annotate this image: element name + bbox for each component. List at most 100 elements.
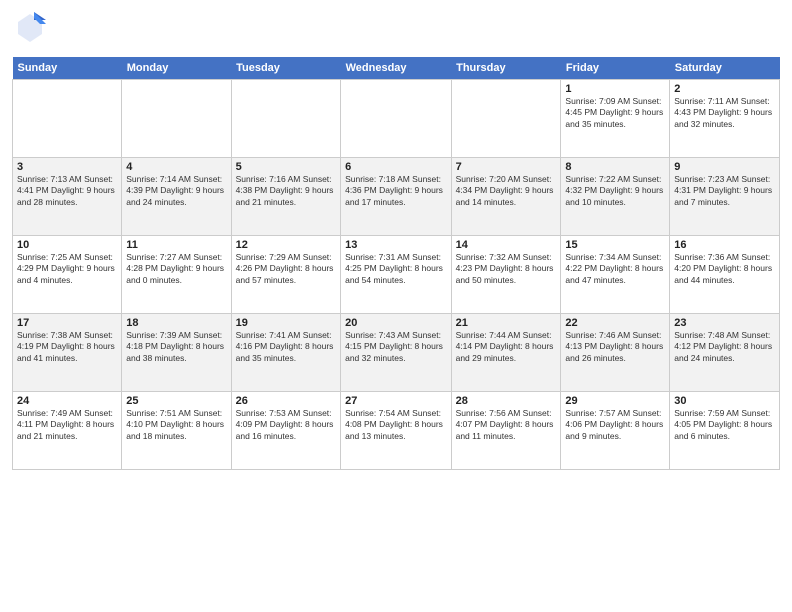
col-header-monday: Monday [122,57,231,80]
day-info: Sunrise: 7:31 AM Sunset: 4:25 PM Dayligh… [345,252,447,286]
calendar-cell: 2Sunrise: 7:11 AM Sunset: 4:43 PM Daylig… [670,80,780,158]
day-info: Sunrise: 7:44 AM Sunset: 4:14 PM Dayligh… [456,330,557,364]
col-header-wednesday: Wednesday [341,57,452,80]
calendar-cell [231,80,340,158]
calendar-week-0: 1Sunrise: 7:09 AM Sunset: 4:45 PM Daylig… [13,80,780,158]
logo [12,10,48,51]
day-number: 22 [565,317,665,329]
day-number: 9 [674,161,775,173]
day-info: Sunrise: 7:22 AM Sunset: 4:32 PM Dayligh… [565,174,665,208]
day-info: Sunrise: 7:36 AM Sunset: 4:20 PM Dayligh… [674,252,775,286]
calendar-cell: 27Sunrise: 7:54 AM Sunset: 4:08 PM Dayli… [341,392,452,470]
day-info: Sunrise: 7:34 AM Sunset: 4:22 PM Dayligh… [565,252,665,286]
calendar-week-2: 10Sunrise: 7:25 AM Sunset: 4:29 PM Dayli… [13,236,780,314]
day-number: 14 [456,239,557,251]
col-header-sunday: Sunday [13,57,122,80]
day-number: 16 [674,239,775,251]
calendar-cell: 3Sunrise: 7:13 AM Sunset: 4:41 PM Daylig… [13,158,122,236]
calendar-cell: 5Sunrise: 7:16 AM Sunset: 4:38 PM Daylig… [231,158,340,236]
logo-icon [12,10,48,46]
calendar-cell: 30Sunrise: 7:59 AM Sunset: 4:05 PM Dayli… [670,392,780,470]
col-header-thursday: Thursday [451,57,561,80]
calendar-cell: 29Sunrise: 7:57 AM Sunset: 4:06 PM Dayli… [561,392,670,470]
day-number: 8 [565,161,665,173]
day-info: Sunrise: 7:18 AM Sunset: 4:36 PM Dayligh… [345,174,447,208]
day-info: Sunrise: 7:23 AM Sunset: 4:31 PM Dayligh… [674,174,775,208]
calendar-cell: 9Sunrise: 7:23 AM Sunset: 4:31 PM Daylig… [670,158,780,236]
day-info: Sunrise: 7:13 AM Sunset: 4:41 PM Dayligh… [17,174,117,208]
calendar-cell [451,80,561,158]
col-header-tuesday: Tuesday [231,57,340,80]
calendar-cell: 1Sunrise: 7:09 AM Sunset: 4:45 PM Daylig… [561,80,670,158]
day-info: Sunrise: 7:46 AM Sunset: 4:13 PM Dayligh… [565,330,665,364]
day-number: 5 [236,161,336,173]
day-number: 18 [126,317,226,329]
day-number: 24 [17,395,117,407]
day-number: 3 [17,161,117,173]
col-header-saturday: Saturday [670,57,780,80]
day-info: Sunrise: 7:51 AM Sunset: 4:10 PM Dayligh… [126,408,226,442]
calendar-cell: 14Sunrise: 7:32 AM Sunset: 4:23 PM Dayli… [451,236,561,314]
day-number: 12 [236,239,336,251]
calendar-cell: 25Sunrise: 7:51 AM Sunset: 4:10 PM Dayli… [122,392,231,470]
day-info: Sunrise: 7:54 AM Sunset: 4:08 PM Dayligh… [345,408,447,442]
day-info: Sunrise: 7:14 AM Sunset: 4:39 PM Dayligh… [126,174,226,208]
day-info: Sunrise: 7:48 AM Sunset: 4:12 PM Dayligh… [674,330,775,364]
day-info: Sunrise: 7:38 AM Sunset: 4:19 PM Dayligh… [17,330,117,364]
day-number: 28 [456,395,557,407]
calendar-cell: 6Sunrise: 7:18 AM Sunset: 4:36 PM Daylig… [341,158,452,236]
calendar-table: SundayMondayTuesdayWednesdayThursdayFrid… [12,57,780,470]
day-number: 17 [17,317,117,329]
day-info: Sunrise: 7:32 AM Sunset: 4:23 PM Dayligh… [456,252,557,286]
calendar-cell: 20Sunrise: 7:43 AM Sunset: 4:15 PM Dayli… [341,314,452,392]
calendar-cell: 8Sunrise: 7:22 AM Sunset: 4:32 PM Daylig… [561,158,670,236]
day-number: 23 [674,317,775,329]
day-info: Sunrise: 7:29 AM Sunset: 4:26 PM Dayligh… [236,252,336,286]
day-info: Sunrise: 7:16 AM Sunset: 4:38 PM Dayligh… [236,174,336,208]
day-number: 25 [126,395,226,407]
day-number: 6 [345,161,447,173]
calendar-cell: 23Sunrise: 7:48 AM Sunset: 4:12 PM Dayli… [670,314,780,392]
col-header-friday: Friday [561,57,670,80]
header [12,10,780,51]
day-number: 11 [126,239,226,251]
day-info: Sunrise: 7:53 AM Sunset: 4:09 PM Dayligh… [236,408,336,442]
calendar-cell: 21Sunrise: 7:44 AM Sunset: 4:14 PM Dayli… [451,314,561,392]
calendar-cell: 13Sunrise: 7:31 AM Sunset: 4:25 PM Dayli… [341,236,452,314]
day-info: Sunrise: 7:20 AM Sunset: 4:34 PM Dayligh… [456,174,557,208]
day-info: Sunrise: 7:59 AM Sunset: 4:05 PM Dayligh… [674,408,775,442]
day-info: Sunrise: 7:09 AM Sunset: 4:45 PM Dayligh… [565,96,665,130]
calendar-cell: 19Sunrise: 7:41 AM Sunset: 4:16 PM Dayli… [231,314,340,392]
day-number: 19 [236,317,336,329]
calendar-week-4: 24Sunrise: 7:49 AM Sunset: 4:11 PM Dayli… [13,392,780,470]
calendar-cell: 11Sunrise: 7:27 AM Sunset: 4:28 PM Dayli… [122,236,231,314]
day-number: 26 [236,395,336,407]
day-number: 1 [565,83,665,95]
calendar-cell: 7Sunrise: 7:20 AM Sunset: 4:34 PM Daylig… [451,158,561,236]
day-number: 2 [674,83,775,95]
day-number: 21 [456,317,557,329]
day-number: 20 [345,317,447,329]
calendar-cell: 4Sunrise: 7:14 AM Sunset: 4:39 PM Daylig… [122,158,231,236]
day-number: 4 [126,161,226,173]
calendar-cell: 26Sunrise: 7:53 AM Sunset: 4:09 PM Dayli… [231,392,340,470]
calendar-cell: 28Sunrise: 7:56 AM Sunset: 4:07 PM Dayli… [451,392,561,470]
day-info: Sunrise: 7:56 AM Sunset: 4:07 PM Dayligh… [456,408,557,442]
calendar-cell: 24Sunrise: 7:49 AM Sunset: 4:11 PM Dayli… [13,392,122,470]
day-info: Sunrise: 7:49 AM Sunset: 4:11 PM Dayligh… [17,408,117,442]
calendar-cell: 22Sunrise: 7:46 AM Sunset: 4:13 PM Dayli… [561,314,670,392]
day-info: Sunrise: 7:41 AM Sunset: 4:16 PM Dayligh… [236,330,336,364]
calendar-cell [341,80,452,158]
day-number: 13 [345,239,447,251]
day-number: 7 [456,161,557,173]
calendar-cell: 16Sunrise: 7:36 AM Sunset: 4:20 PM Dayli… [670,236,780,314]
calendar-cell [13,80,122,158]
day-number: 15 [565,239,665,251]
day-number: 30 [674,395,775,407]
day-info: Sunrise: 7:11 AM Sunset: 4:43 PM Dayligh… [674,96,775,130]
day-info: Sunrise: 7:43 AM Sunset: 4:15 PM Dayligh… [345,330,447,364]
day-info: Sunrise: 7:25 AM Sunset: 4:29 PM Dayligh… [17,252,117,286]
calendar-cell [122,80,231,158]
day-number: 27 [345,395,447,407]
day-info: Sunrise: 7:27 AM Sunset: 4:28 PM Dayligh… [126,252,226,286]
